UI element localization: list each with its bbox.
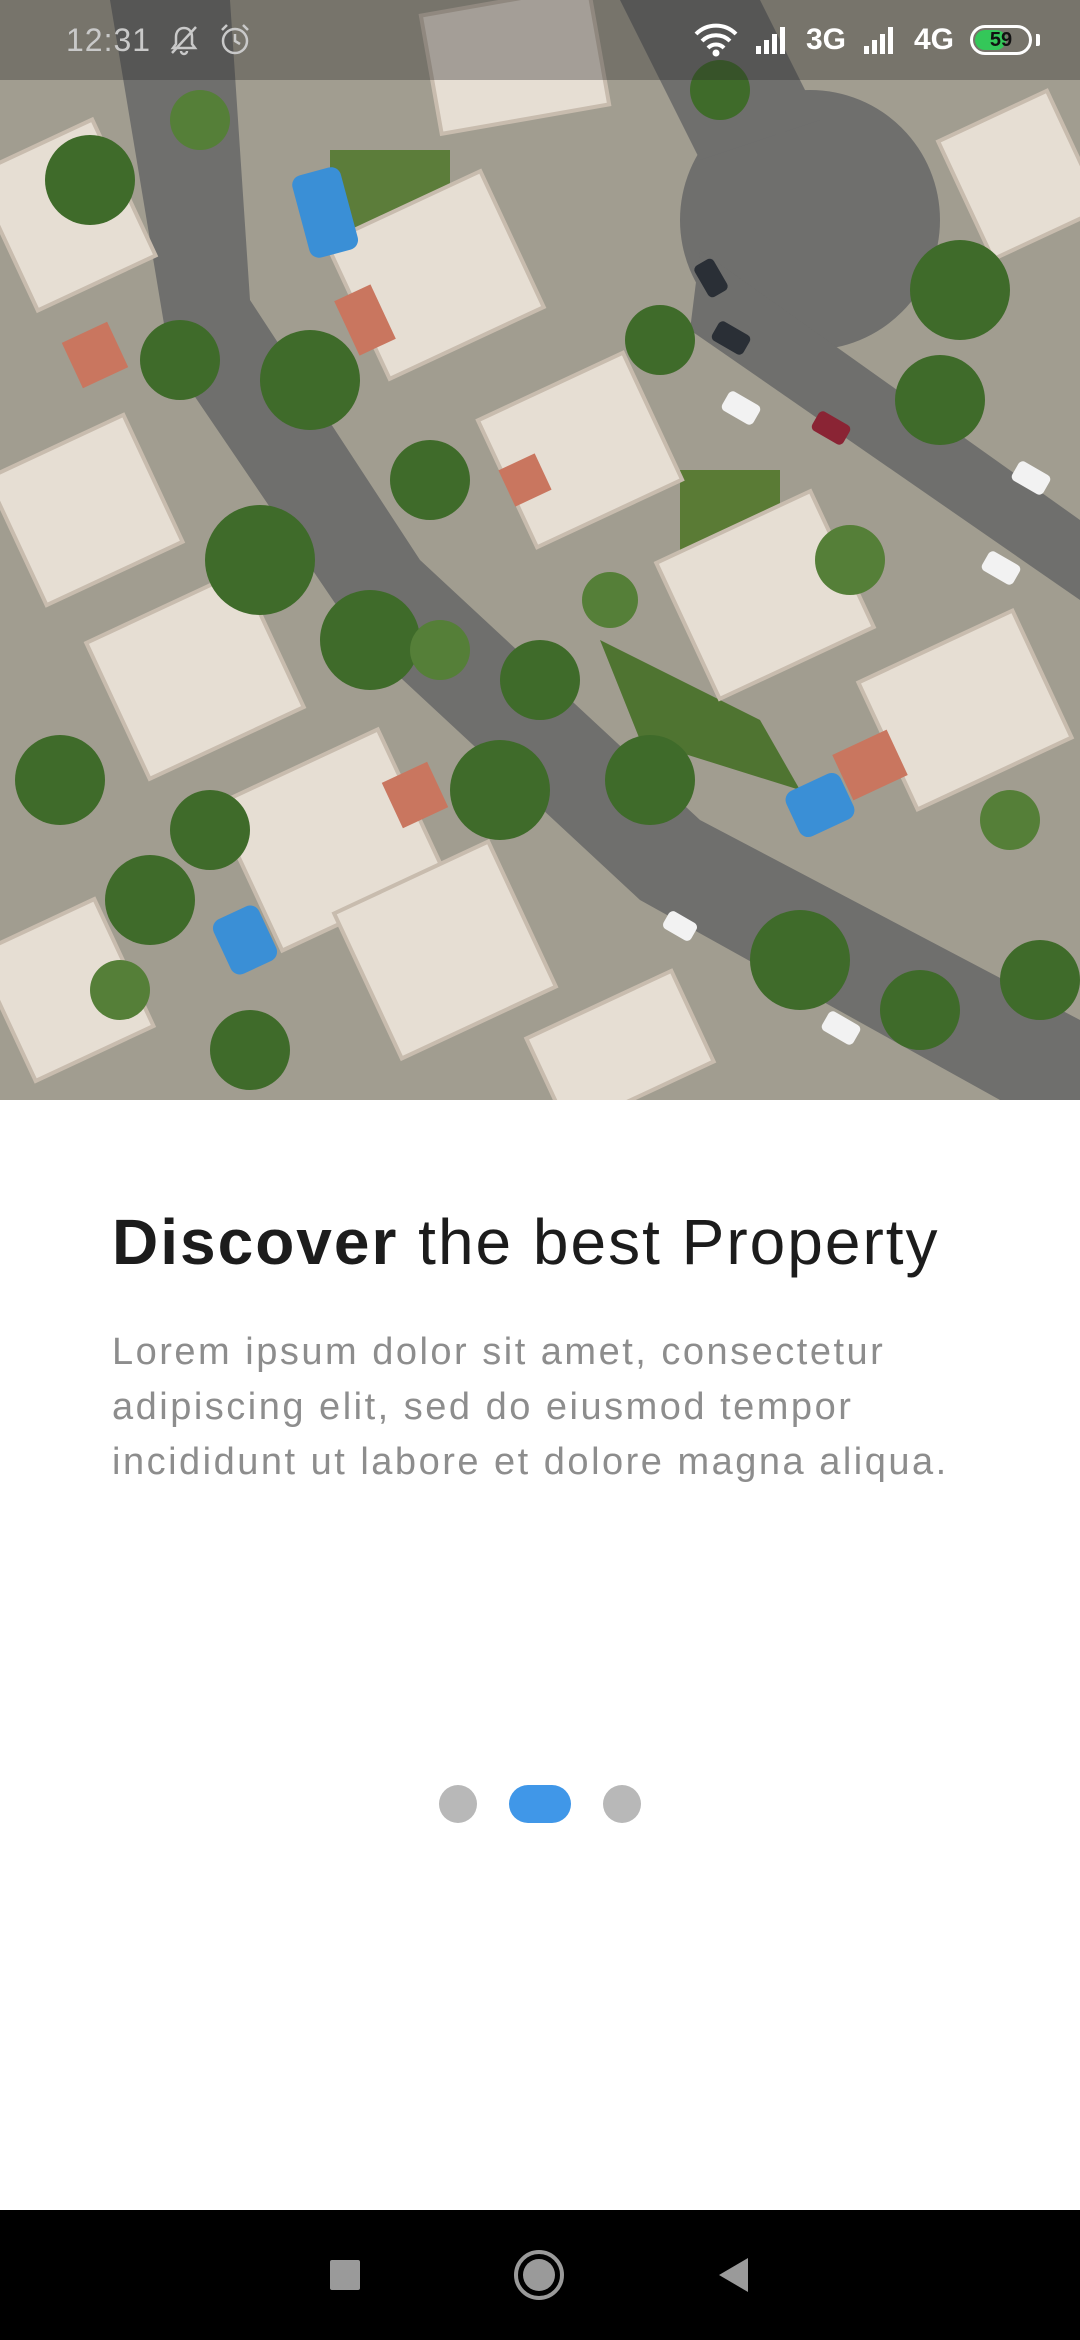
status-bar: 12:31 3G 4G 59: [0, 0, 1080, 80]
network-type-4g: 4G: [913, 23, 954, 56]
wifi-icon: [694, 23, 738, 57]
onboarding-screen: 12:31 3G 4G 59 Discover the best Propert…: [0, 0, 1080, 2340]
battery-tip: [1036, 34, 1040, 46]
hero-aerial-image: [0, 0, 1080, 1100]
onboarding-content: Discover the best Property Lorem ipsum d…: [112, 1205, 992, 1490]
signal-icon: [862, 24, 898, 56]
battery-level: 59: [989, 28, 1013, 51]
alarm-icon: [217, 22, 253, 58]
mute-bell-icon: [167, 23, 201, 57]
status-right: 3G 4G 59: [694, 23, 1040, 57]
page-dot[interactable]: [439, 1785, 477, 1823]
network-type-3g: 3G: [805, 23, 846, 56]
title-rest: the best Property: [418, 1206, 940, 1278]
status-time: 12:31: [66, 21, 152, 58]
system-nav-bar: [0, 2210, 1080, 2340]
onboarding-description: Lorem ipsum dolor sit amet, consectetur …: [112, 1331, 949, 1483]
page-dot[interactable]: [603, 1785, 641, 1823]
page-indicator[interactable]: [0, 1785, 1080, 1823]
title-strong: Discover: [112, 1206, 399, 1278]
onboarding-title: Discover the best Property: [112, 1205, 992, 1279]
signal-icon: [754, 24, 790, 56]
recents-square-icon[interactable]: [328, 2258, 362, 2292]
page-dot-active[interactable]: [509, 1785, 571, 1823]
status-left: 12:31: [66, 22, 253, 59]
battery-icon: 59: [970, 25, 1032, 55]
back-triangle-icon[interactable]: [716, 2256, 752, 2294]
home-circle-icon[interactable]: [512, 2248, 566, 2302]
